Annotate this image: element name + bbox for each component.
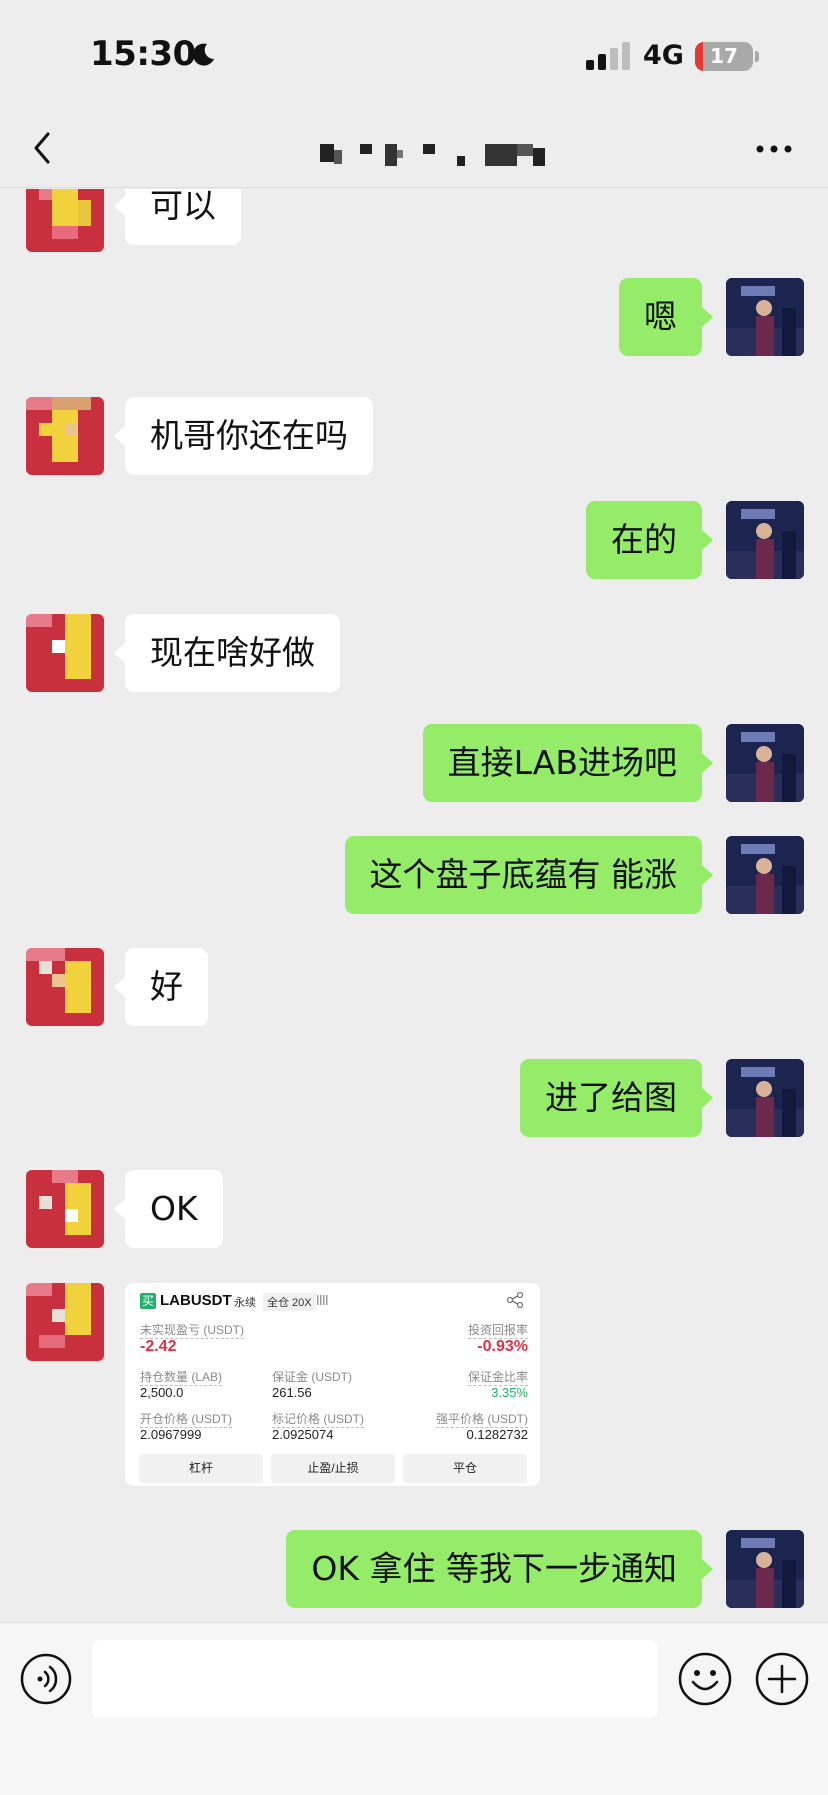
- roi-value: -0.93%: [477, 1338, 528, 1355]
- entry-price-label: 开仓价格 (USDT): [140, 1412, 232, 1428]
- unrealized-pnl-label: 未实现盈亏 (USDT): [140, 1323, 244, 1339]
- message-bubble-outgoing[interactable]: 直接LAB进场吧: [422, 724, 714, 802]
- battery-cap: [755, 51, 759, 62]
- pixelated-avatar-icon: [26, 189, 104, 252]
- message-bubble-incoming[interactable]: 机哥你还在吗: [114, 397, 373, 475]
- stage-photo-avatar-icon: [726, 836, 804, 914]
- battery-icon: 17: [695, 42, 753, 71]
- message-bubble-incoming[interactable]: 可以: [114, 189, 241, 245]
- pixelated-avatar-icon: [26, 1283, 104, 1361]
- liq-price-value: 0.1282732: [466, 1427, 528, 1442]
- tp-sl-button: 止盈/止损: [271, 1454, 395, 1483]
- input-bar: [0, 1622, 828, 1795]
- pixelated-avatar-icon: [26, 614, 104, 692]
- margin-ratio-value: 3.35%: [491, 1385, 528, 1400]
- entry-price-value: 2.0967999: [140, 1427, 202, 1442]
- contact-avatar[interactable]: [26, 1283, 104, 1361]
- stage-photo-avatar-icon: [726, 1059, 804, 1137]
- chat-header: [0, 110, 828, 188]
- my-avatar[interactable]: [726, 836, 804, 914]
- leverage-button: 杠杆: [139, 1454, 263, 1483]
- stage-photo-avatar-icon: [726, 1530, 804, 1608]
- contact-avatar[interactable]: [26, 189, 104, 252]
- emoji-icon[interactable]: [678, 1652, 732, 1706]
- clock: 15:30: [90, 34, 196, 74]
- chat-title-redacted: [320, 144, 545, 166]
- network-type: 4G: [643, 40, 684, 71]
- position-qty-label: 持仓数量 (LAB): [140, 1370, 223, 1386]
- contract-type: 永续: [234, 1297, 256, 1309]
- message-bubble-outgoing[interactable]: OK 拿住 等我下一步通知: [286, 1530, 713, 1608]
- my-avatar[interactable]: [726, 278, 804, 356]
- unrealized-pnl-value: -2.42: [140, 1338, 177, 1355]
- status-bar: 15:30 4G 17: [0, 0, 828, 110]
- battery-level: 17: [710, 44, 738, 68]
- message-bubble-incoming[interactable]: 现在啥好做: [114, 614, 340, 692]
- trade-position-screenshot[interactable]: 买 LABUSDT 永续 全仓 20X 未实现盈亏 (USDT) -2.42 投…: [125, 1283, 540, 1486]
- signal-icon: [586, 42, 630, 70]
- message-input[interactable]: [92, 1640, 658, 1718]
- contact-avatar[interactable]: [26, 614, 104, 692]
- add-attachment-icon[interactable]: [755, 1652, 809, 1706]
- leverage-bars-icon: [317, 1295, 328, 1305]
- share-icon: [506, 1291, 524, 1309]
- voice-input-icon[interactable]: [20, 1653, 72, 1705]
- message-bubble-outgoing[interactable]: 在的: [586, 501, 713, 579]
- my-avatar[interactable]: [726, 724, 804, 802]
- contact-avatar[interactable]: [26, 1170, 104, 1248]
- margin-label: 保证金 (USDT): [272, 1370, 352, 1384]
- buy-badge: 买: [140, 1293, 156, 1309]
- mark-price-label: 标记价格 (USDT): [272, 1412, 364, 1428]
- contact-avatar[interactable]: [26, 397, 104, 475]
- position-qty-value: 2,500.0: [140, 1385, 184, 1400]
- pixelated-avatar-icon: [26, 397, 104, 475]
- message-list[interactable]: 可以 嗯 机哥你还在吗 在的 现在啥好做 直接LAB进场吧 这个盘子底蕴有 能涨…: [0, 189, 828, 1622]
- stage-photo-avatar-icon: [726, 501, 804, 579]
- symbol: LABUSDT: [160, 1292, 232, 1309]
- pixelated-avatar-icon: [26, 948, 104, 1026]
- margin-value: 261.56: [272, 1385, 312, 1400]
- message-bubble-outgoing[interactable]: 进了给图: [520, 1059, 713, 1137]
- stage-photo-avatar-icon: [726, 724, 804, 802]
- message-bubble-incoming[interactable]: 好: [114, 948, 208, 1026]
- stage-photo-avatar-icon: [726, 278, 804, 356]
- my-avatar[interactable]: [726, 501, 804, 579]
- contact-avatar[interactable]: [26, 948, 104, 1026]
- message-bubble-outgoing[interactable]: 嗯: [619, 278, 713, 356]
- margin-ratio-label: 保证金比率: [467, 1370, 528, 1386]
- liq-price-label: 强平价格 (USDT): [436, 1412, 528, 1428]
- message-bubble-incoming[interactable]: OK: [114, 1170, 223, 1248]
- close-position-button: 平仓: [403, 1454, 527, 1483]
- margin-mode: 全仓 20X: [263, 1293, 316, 1311]
- mark-price-value: 2.0925074: [272, 1427, 334, 1442]
- my-avatar[interactable]: [726, 1530, 804, 1608]
- roi-label: 投资回报率: [467, 1323, 528, 1339]
- my-avatar[interactable]: [726, 1059, 804, 1137]
- pixelated-avatar-icon: [26, 1170, 104, 1248]
- moon-icon: [192, 43, 214, 66]
- more-options-icon[interactable]: [752, 134, 796, 164]
- back-arrow-icon[interactable]: [28, 128, 58, 168]
- message-bubble-outgoing[interactable]: 这个盘子底蕴有 能涨: [344, 836, 713, 914]
